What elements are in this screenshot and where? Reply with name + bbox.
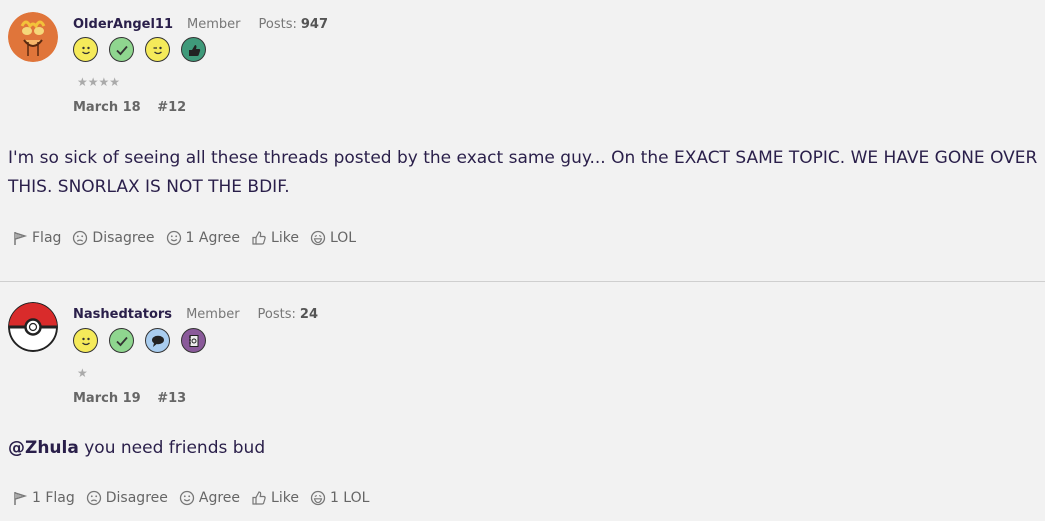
user-mention-link[interactable]: @Zhula	[8, 438, 79, 458]
thumbs-up-icon	[252, 231, 266, 245]
username-link[interactable]: OlderAngel11	[73, 17, 173, 32]
like-button[interactable]: Like	[251, 490, 299, 506]
post-date-link[interactable]: March 18	[73, 100, 141, 115]
agree-button[interactable]: 1 Agree	[166, 230, 241, 246]
post-actions: 1 Flag Disagree Agree Like 1 LOL	[12, 490, 380, 506]
wink-badge-icon[interactable]	[145, 37, 170, 62]
badge-row	[73, 37, 206, 62]
agree-label: 1 Agree	[185, 230, 241, 246]
smiley-badge-icon[interactable]	[73, 37, 98, 62]
posts-label: Posts:	[258, 17, 297, 32]
posts-count: 947	[300, 17, 329, 32]
username-link[interactable]: Nashedtators	[73, 307, 172, 322]
smile-icon	[166, 230, 181, 246]
flag-label: 1 Flag	[32, 490, 75, 506]
speech-bubble-badge-icon[interactable]	[145, 328, 170, 353]
rank-stars: ★	[77, 366, 88, 380]
posts-count: 24	[299, 307, 318, 322]
smiley-badge-icon[interactable]	[73, 328, 98, 353]
rank-stars: ★★★★	[77, 75, 121, 89]
flag-button[interactable]: Flag	[12, 230, 61, 246]
post-actions: Flag Disagree 1 Agree Like LOL	[12, 230, 367, 246]
post-number-link[interactable]: #13	[157, 391, 186, 406]
flag-label: Flag	[32, 230, 62, 246]
lol-label: LOL	[329, 230, 357, 246]
disagree-button[interactable]: Disagree	[72, 230, 155, 246]
flag-icon	[14, 232, 28, 245]
laugh-icon	[310, 230, 326, 246]
lol-button[interactable]: 1 LOL	[310, 490, 369, 506]
like-label: Like	[271, 490, 299, 506]
checkmark-badge-icon[interactable]	[109, 328, 134, 353]
avatar[interactable]	[8, 302, 58, 352]
post-body: I'm so sick of seeing all these threads …	[8, 148, 1038, 197]
disagree-label: Disagree	[105, 490, 168, 506]
flag-button[interactable]: 1 Flag	[12, 490, 75, 506]
post-body-text: you need friends bud	[78, 438, 266, 458]
checkmark-badge-icon[interactable]	[109, 37, 134, 62]
thumbs-up-icon	[252, 491, 266, 505]
post-number-link[interactable]: #12	[157, 100, 186, 115]
post-meta: Nashedtators Member Posts: 24	[73, 307, 318, 322]
badge-row	[73, 328, 206, 353]
post-12: OlderAngel11 Member Posts: 947 ★★★★ Marc…	[0, 0, 1045, 281]
frown-icon	[73, 230, 88, 246]
like-button[interactable]: Like	[251, 230, 299, 246]
frown-icon	[86, 490, 101, 506]
agree-label: Agree	[198, 490, 241, 506]
like-label: Like	[271, 230, 299, 246]
flag-icon	[14, 492, 28, 505]
thumbs-up-badge-icon[interactable]	[181, 37, 206, 62]
post-date-link[interactable]: March 19	[73, 391, 141, 406]
post-meta: OlderAngel11 Member Posts: 947	[73, 17, 328, 32]
user-role: Member	[187, 17, 241, 32]
notebook-badge-icon[interactable]	[181, 328, 206, 353]
post-body: @Zhula you need friends bud	[8, 434, 1038, 463]
posts-label: Posts:	[257, 307, 296, 322]
post-date-row: March 18 #12	[73, 100, 186, 115]
post-date-row: March 19 #13	[73, 391, 186, 406]
smile-icon	[179, 490, 195, 506]
post-13: Nashedtators Member Posts: 24 ★ March 19…	[0, 282, 1045, 521]
lol-label: 1 LOL	[329, 490, 370, 506]
disagree-label: Disagree	[92, 230, 155, 246]
agree-button[interactable]: Agree	[179, 490, 240, 506]
user-role: Member	[186, 307, 240, 322]
disagree-button[interactable]: Disagree	[86, 490, 168, 506]
lol-button[interactable]: LOL	[310, 230, 356, 246]
laugh-icon	[310, 490, 326, 506]
avatar[interactable]	[8, 12, 58, 62]
